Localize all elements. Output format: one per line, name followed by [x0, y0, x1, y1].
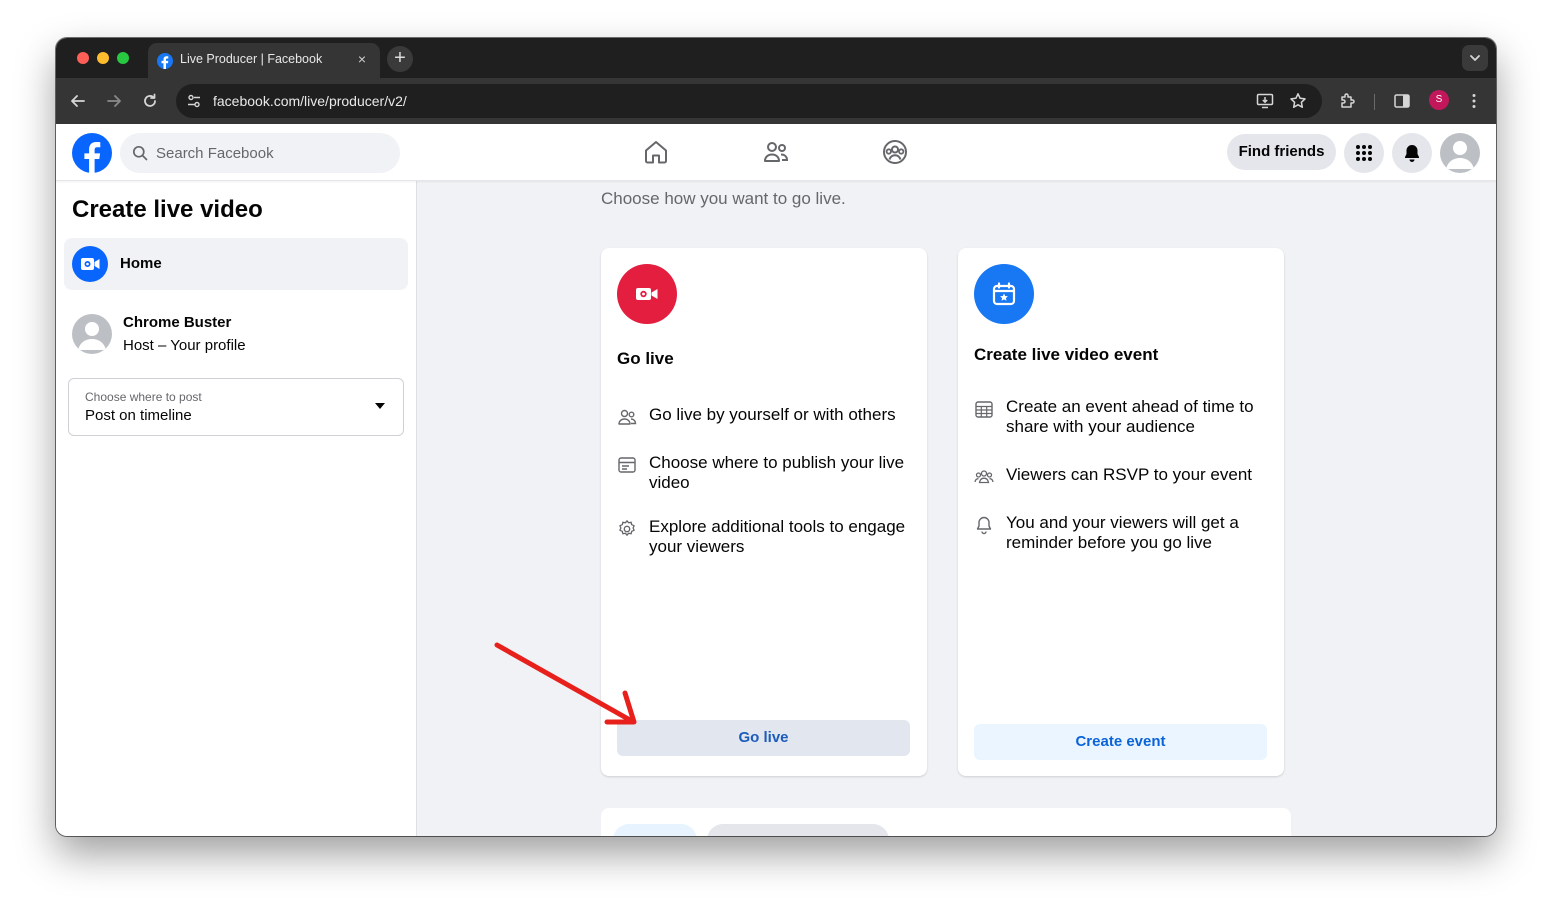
groups-nav-icon[interactable]	[881, 138, 909, 166]
live-event-title: Create live video event	[974, 345, 1159, 364]
browser-tab[interactable]: Live Producer | Facebook ×	[148, 43, 380, 78]
reload-icon[interactable]	[140, 91, 160, 111]
live-video-icon	[617, 264, 677, 324]
home-nav-icon[interactable]	[642, 138, 670, 166]
bell-icon	[1405, 145, 1419, 162]
search-box[interactable]	[120, 133, 400, 173]
go-live-button[interactable]: Go live	[617, 720, 910, 756]
account-avatar-button[interactable]	[1440, 133, 1480, 173]
facebook-header: Find friends	[56, 124, 1496, 181]
live-event-card: Create live video event Create an event …	[958, 248, 1284, 776]
host-role: Host – Your profile	[123, 337, 246, 354]
more-menu-icon[interactable]	[1464, 91, 1484, 111]
browser-window: Live Producer | Facebook × + facebook.co…	[56, 38, 1496, 836]
minimize-window-button[interactable]	[97, 52, 109, 64]
sidebar-item-home[interactable]: Home	[64, 238, 408, 290]
select-value: Post on timeline	[85, 407, 192, 424]
calendar-grid-icon	[974, 399, 994, 419]
sidebar-item-label: Home	[120, 255, 162, 272]
tab-pill[interactable]	[707, 824, 889, 836]
caret-down-icon	[375, 403, 385, 409]
live-camera-icon	[72, 246, 108, 282]
browser-toolbar: facebook.com/live/producer/v2/ S	[56, 78, 1496, 124]
facebook-logo-icon[interactable]	[72, 133, 112, 173]
feature-text: Explore additional tools to engage your …	[649, 517, 906, 556]
friends-nav-icon[interactable]	[762, 138, 790, 166]
feature-text: Viewers can RSVP to your event	[1006, 465, 1253, 484]
close-window-button[interactable]	[77, 52, 89, 64]
left-sidebar: Create live video Home Chrome Buster Hos…	[56, 181, 417, 836]
people-icon	[617, 407, 637, 427]
tab-title: Live Producer | Facebook	[180, 52, 323, 66]
grid-icon	[1356, 145, 1372, 161]
search-icon	[132, 145, 148, 161]
post-destination-select[interactable]: Choose where to post Post on timeline	[68, 378, 404, 436]
feature-text: You and your viewers will get a reminder…	[1006, 513, 1239, 552]
facebook-favicon-icon	[157, 53, 173, 69]
page-title: Create live video	[72, 196, 263, 223]
feature-text: Create an event ahead of time to share w…	[1006, 397, 1254, 436]
group-icon	[974, 467, 994, 487]
host-name: Chrome Buster	[123, 314, 232, 331]
create-event-button[interactable]: Create event	[974, 724, 1267, 760]
browser-profile-avatar[interactable]: S	[1429, 90, 1449, 110]
go-live-card: Go live Go live by yourself or with othe…	[601, 248, 927, 776]
bookmark-star-icon[interactable]	[1289, 92, 1307, 110]
select-label: Choose where to post	[85, 390, 202, 404]
toolbar-divider	[1374, 94, 1375, 110]
gear-icon	[617, 519, 637, 539]
find-friends-button[interactable]: Find friends	[1227, 134, 1336, 170]
side-panel-icon[interactable]	[1392, 91, 1412, 111]
maximize-window-button[interactable]	[117, 52, 129, 64]
browser-window-icon	[617, 455, 637, 475]
feature-text: Go live by yourself or with others	[649, 405, 896, 424]
main-subtitle: Choose how you want to go live.	[601, 189, 846, 208]
feature-text: Choose where to publish your live video	[649, 453, 905, 492]
tab-close-icon[interactable]: ×	[353, 50, 371, 68]
search-input[interactable]	[156, 133, 386, 173]
live-tabs-card	[601, 808, 1291, 836]
main-content: Choose how you want to go live. Go live …	[417, 181, 1496, 836]
notifications-button[interactable]	[1392, 133, 1432, 173]
new-tab-button[interactable]: +	[387, 46, 413, 72]
calendar-star-icon	[974, 264, 1034, 324]
tab-strip: Live Producer | Facebook × +	[56, 38, 1496, 78]
host-avatar	[72, 314, 112, 354]
address-bar[interactable]: facebook.com/live/producer/v2/	[176, 84, 1322, 118]
back-arrow-icon[interactable]	[68, 91, 88, 111]
install-app-icon[interactable]	[1256, 92, 1274, 110]
tab-search-button[interactable]	[1462, 45, 1488, 71]
tab-pill[interactable]	[613, 824, 697, 836]
site-settings-icon[interactable]	[186, 93, 202, 109]
forward-arrow-icon[interactable]	[104, 91, 124, 111]
go-live-title: Go live	[617, 349, 674, 368]
menu-grid-button[interactable]	[1344, 133, 1384, 173]
extensions-puzzle-icon[interactable]	[1338, 91, 1358, 111]
url-text[interactable]: facebook.com/live/producer/v2/	[213, 93, 407, 109]
bell-icon	[974, 515, 994, 535]
